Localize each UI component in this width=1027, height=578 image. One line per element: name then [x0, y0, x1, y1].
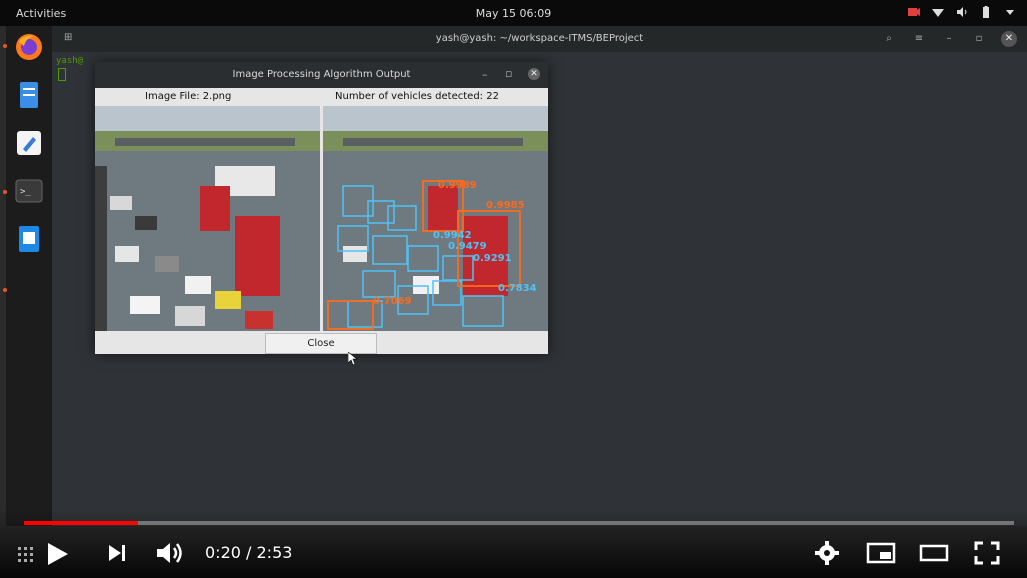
time-display: 0:20 / 2:53 — [205, 543, 293, 562]
close-icon[interactable]: ✕ — [528, 68, 540, 80]
terminal-icon[interactable]: >_ — [14, 176, 44, 206]
running-indicator — [3, 44, 7, 48]
original-traffic-image — [95, 106, 320, 331]
volume-icon — [957, 7, 967, 17]
office-doc-icon[interactable] — [14, 224, 44, 254]
miniplayer-icon[interactable] — [866, 542, 896, 564]
chevron-down-icon — [1006, 10, 1014, 15]
image-file-label: Image File: 2.png — [145, 91, 232, 102]
svg-text:>_: >_ — [20, 187, 31, 197]
detection-score: 0.9479 — [448, 241, 487, 252]
player-controls: 0:20 / 2:53 — [0, 510, 1027, 578]
minimize-icon[interactable]: – — [941, 31, 957, 47]
fullscreen-icon[interactable] — [974, 541, 1000, 565]
close-icon[interactable]: ✕ — [1001, 31, 1017, 47]
vehicle-count-label: Number of vehicles detected: 22 — [335, 91, 499, 102]
dialog-title: Image Processing Algorithm Output — [232, 69, 411, 80]
clock[interactable]: May 15 06:09 — [0, 7, 1027, 20]
text-editor-icon[interactable] — [14, 128, 44, 158]
menu-icon[interactable]: ≡ — [911, 31, 927, 47]
mouse-pointer-icon — [348, 352, 358, 366]
firefox-icon[interactable] — [14, 32, 44, 62]
maximize-icon[interactable]: ▫ — [971, 31, 987, 47]
top-bar: Activities May 15 06:09 — [0, 0, 1027, 26]
screen: Activities May 15 06:09 >_ ⊞ yash@yash: … — [0, 0, 1027, 578]
theater-mode-icon[interactable] — [919, 542, 949, 564]
dialog-header: Image Processing Algorithm Output – ▫ ✕ — [95, 62, 548, 88]
progress-bar[interactable] — [24, 521, 1014, 525]
terminal-cursor — [58, 68, 66, 81]
running-indicator — [3, 288, 7, 292]
camera-icon — [908, 8, 920, 16]
battery-icon — [983, 6, 989, 18]
maximize-icon[interactable]: ▫ — [505, 67, 512, 80]
progress-played — [24, 521, 139, 525]
system-tray[interactable] — [907, 5, 1017, 19]
terminal-controls: ⌕ ≡ – ▫ ✕ — [881, 31, 1017, 47]
output-dialog: Image Processing Algorithm Output – ▫ ✕ … — [95, 62, 548, 354]
detection-score: 0.9985 — [486, 200, 525, 211]
terminal-prompt: yash@ — [56, 56, 84, 66]
minimize-icon[interactable]: – — [482, 68, 488, 81]
detection-score: 0.9942 — [433, 230, 472, 241]
processed-traffic-image: 0.9985 0.9942 0.9479 0.9291 0.7834 0.998… — [323, 106, 548, 331]
detection-score: 0.9291 — [473, 253, 512, 264]
detection-score: 0.9989 — [438, 180, 477, 191]
detection-score: 0.7834 — [498, 283, 537, 294]
close-button[interactable]: Close — [265, 333, 377, 354]
search-icon[interactable]: ⌕ — [881, 31, 897, 47]
detection-score: 0.7069 — [373, 296, 412, 307]
files-icon[interactable] — [14, 80, 44, 110]
settings-gear-icon[interactable] — [815, 541, 839, 565]
volume-icon[interactable] — [155, 541, 185, 565]
terminal-header: ⊞ yash@yash: ~/workspace-ITMS/BEProject … — [52, 26, 1027, 52]
running-indicator — [3, 190, 7, 194]
dock: >_ — [3, 26, 52, 526]
play-icon[interactable] — [18, 540, 70, 566]
next-icon[interactable] — [106, 543, 128, 563]
wifi-icon — [932, 9, 944, 17]
